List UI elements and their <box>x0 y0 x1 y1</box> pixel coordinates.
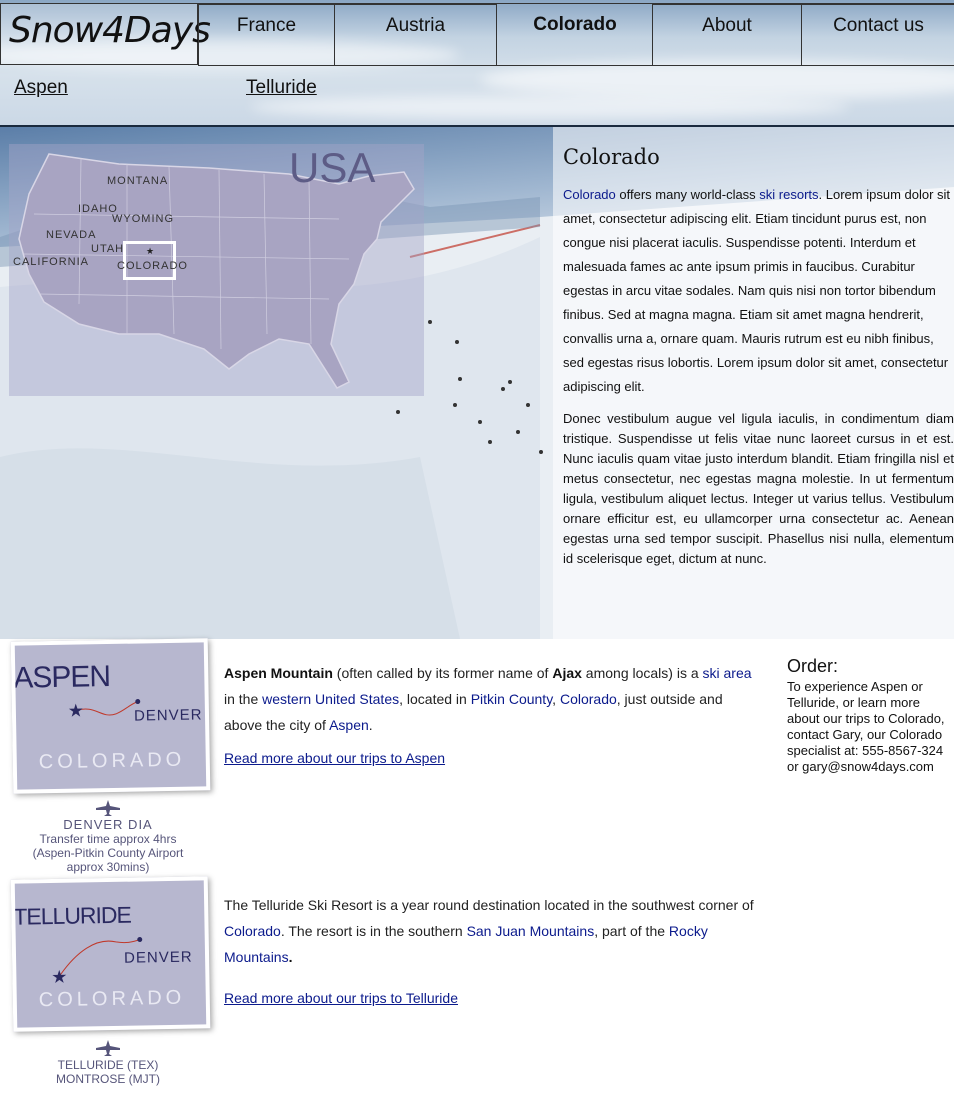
telluride-description: The Telluride Ski Resort is a year round… <box>224 892 764 970</box>
site-header: Snow4Days France Austria Colorado About … <box>0 0 954 127</box>
read-more-telluride-link[interactable]: Read more about our trips to Telluride <box>224 990 458 1006</box>
link-pitkin-county[interactable]: Pitkin County <box>471 691 552 707</box>
aspen-bold-ajax: Ajax <box>552 665 582 681</box>
nav-tab-about[interactable]: About <box>652 4 802 66</box>
text-fragment: , located in <box>399 691 471 707</box>
sky-cloud <box>250 95 850 119</box>
link-san-juan-mountains[interactable]: San Juan Mountains <box>467 923 595 939</box>
nav-tab-colorado[interactable]: Colorado <box>497 4 653 66</box>
link-ski-area[interactable]: ski area <box>703 665 752 681</box>
card-denver-label: DENVER <box>123 948 193 967</box>
card-state-label: COLORADO <box>38 748 186 774</box>
logo-text: Snow4Days <box>9 10 211 51</box>
text-fragment: . The resort is in the southern <box>280 923 467 939</box>
link-colorado[interactable]: Colorado <box>563 187 616 202</box>
intro-heading: Colorado <box>563 145 660 169</box>
text-fragment: The Telluride Ski Resort is a year round… <box>224 897 754 913</box>
intro-panel: Colorado Colorado offers many world-clas… <box>553 127 954 639</box>
site-logo[interactable]: Snow4Days <box>0 3 211 65</box>
aspen-bold-name: Aspen Mountain <box>224 665 333 681</box>
aspen-description: Aspen Mountain (often called by its form… <box>224 660 764 738</box>
svg-text:★: ★ <box>51 967 67 987</box>
intro-text: offers many world-class <box>615 187 760 202</box>
map-label-montana: MONTANA <box>107 175 169 187</box>
hero-section: USA MONTANA IDAHO WYOMING NEVADA UTAH CA… <box>0 127 954 639</box>
map-title: USA <box>289 144 376 191</box>
nav-tab-austria[interactable]: Austria <box>334 4 497 66</box>
airplane-icon <box>96 800 120 816</box>
text-fragment: (often called by its former name of <box>332 665 553 681</box>
map-label-california: CALIFORNIA <box>13 256 90 268</box>
link-aspen-city[interactable]: Aspen <box>329 717 369 733</box>
text-fragment: , <box>552 691 560 707</box>
card-state-label: COLORADO <box>38 986 186 1012</box>
link-colorado[interactable]: Colorado <box>224 923 281 939</box>
order-box: Order: To experience Aspen or Telluride,… <box>787 656 952 775</box>
airport-line: TELLURIDE (TEX) <box>57 1058 159 1072</box>
map-label-colorado: COLORADO <box>117 260 188 272</box>
subnav-link-aspen[interactable]: Aspen <box>14 77 68 99</box>
text-fragment: in the <box>224 691 263 707</box>
sky-cloud <box>480 60 954 100</box>
order-text: To experience Aspen or Telluride, or lea… <box>787 679 945 774</box>
map-label-utah: UTAH <box>91 243 125 255</box>
text-fragment: . <box>288 949 293 965</box>
map-label-wyoming: WYOMING <box>112 213 174 225</box>
text-fragment: . <box>368 717 373 733</box>
nav-tab-contact[interactable]: Contact us <box>801 4 954 66</box>
read-more-aspen-link[interactable]: Read more about our trips to Aspen <box>224 750 445 766</box>
intro-paragraph-1: Colorado offers many world-class ski res… <box>563 183 954 399</box>
text-fragment: , part of the <box>594 923 669 939</box>
text-fragment: among locals) is a <box>581 665 703 681</box>
svg-text:★: ★ <box>68 700 84 720</box>
airplane-icon <box>96 1040 120 1056</box>
airport-line: MONTROSE (MJT) <box>56 1072 160 1086</box>
link-western-us[interactable]: western United States <box>262 691 399 707</box>
nav-tab-label: France <box>236 15 297 36</box>
aspen-airport-info: DENVER DIA Transfer time approx 4hrs (As… <box>20 800 196 874</box>
usa-map: USA MONTANA IDAHO WYOMING NEVADA UTAH CA… <box>9 144 424 396</box>
nav-tab-france[interactable]: France <box>198 4 335 66</box>
capital-star-icon: ★ <box>146 246 155 256</box>
intro-paragraph-2: Donec vestibulum augue vel ligula iaculi… <box>563 411 954 566</box>
airport-name: DENVER DIA <box>63 817 153 832</box>
subnav-link-telluride[interactable]: Telluride <box>246 77 317 99</box>
nav-tab-label: About <box>702 15 752 36</box>
telluride-map-card: TELLURIDE ★ DENVER COLORADO <box>10 876 211 1032</box>
link-ski-resorts[interactable]: ski resorts <box>759 187 818 202</box>
airport-line: Transfer time approx 4hrs <box>39 832 177 846</box>
nav-tab-label: Contact us <box>833 15 924 36</box>
link-colorado[interactable]: Colorado <box>560 691 617 707</box>
airport-line: approx 30mins) <box>66 860 150 874</box>
aspen-map-card: ASPEN ★ DENVER COLORADO <box>10 638 211 794</box>
map-label-nevada: NEVADA <box>46 229 97 241</box>
airport-line: (Aspen-Pitkin County Airport <box>32 846 184 860</box>
card-denver-label: DENVER <box>133 706 203 725</box>
order-heading: Order: <box>787 656 839 676</box>
nav-tab-label: Austria <box>385 15 446 36</box>
nav-tab-label: Colorado <box>533 14 617 35</box>
intro-text: . Lorem ipsum dolor sit amet, consectetu… <box>563 187 951 394</box>
telluride-airport-info: TELLURIDE (TEX) MONTROSE (MJT) <box>20 1040 196 1086</box>
